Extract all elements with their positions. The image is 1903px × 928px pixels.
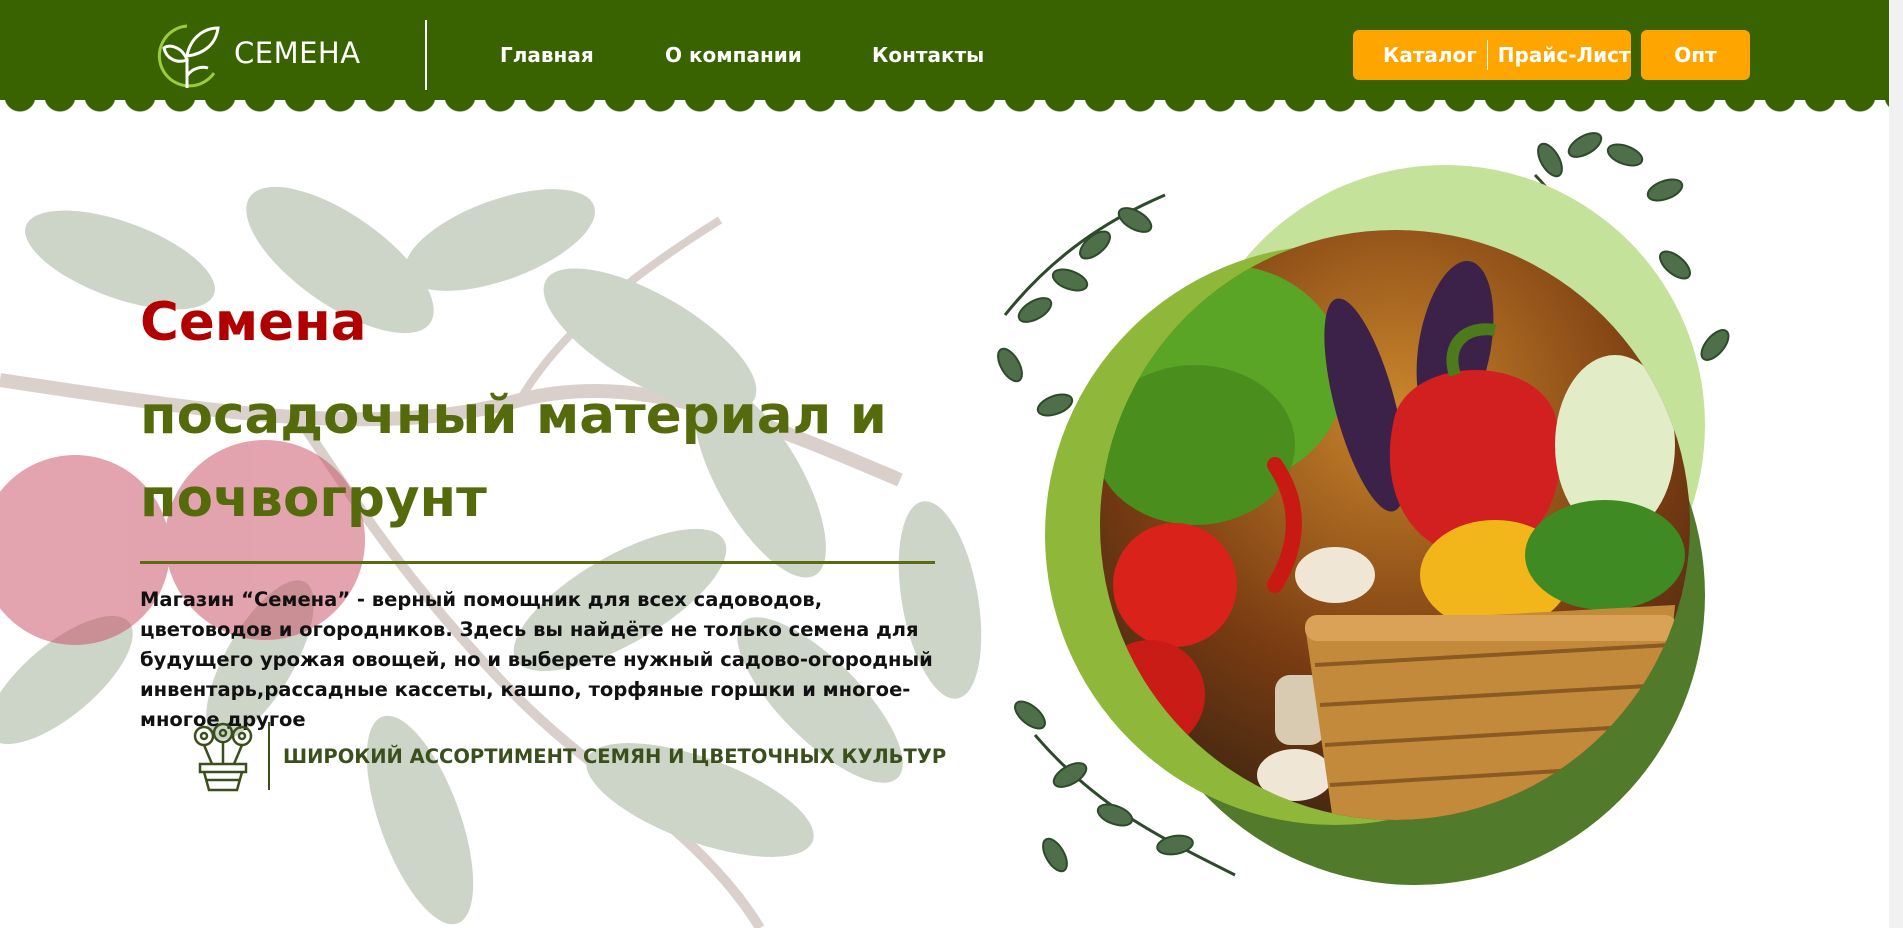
catalog-price-button-group: Каталог Прайс-Лист: [1353, 30, 1631, 80]
sprout-logo-icon[interactable]: [152, 18, 222, 92]
nav-contacts-link[interactable]: Контакты: [872, 43, 984, 67]
hero-title-subtitle: посадочный материал и почвогрунт: [140, 385, 887, 529]
nav-home-link[interactable]: Главная: [500, 43, 594, 67]
nav-about-link[interactable]: О компании: [665, 43, 802, 67]
header-scallop-edge: [0, 96, 1903, 114]
catalog-button[interactable]: Каталог: [1353, 43, 1487, 67]
hero-title-brand: Семена: [140, 292, 367, 353]
wholesale-button[interactable]: Опт: [1641, 30, 1750, 80]
logo-divider: [425, 20, 427, 90]
hero-description: Магазин “Семена” - верный помощник для в…: [140, 588, 933, 731]
flower-pot-icon: [193, 722, 253, 792]
page-scrollbar[interactable]: [1889, 0, 1903, 928]
price-list-button[interactable]: Прайс-Лист: [1488, 43, 1631, 67]
vegetable-basket-image: [997, 132, 1730, 885]
feature-divider: [268, 722, 270, 790]
hero-divider: [140, 561, 935, 564]
logo-text[interactable]: СЕМЕНА: [234, 36, 361, 70]
feature-assortment-text: ШИРОКИЙ АССОРТИМЕНТ СЕМЯН И ЦВЕТОЧНЫХ КУ…: [283, 745, 947, 768]
